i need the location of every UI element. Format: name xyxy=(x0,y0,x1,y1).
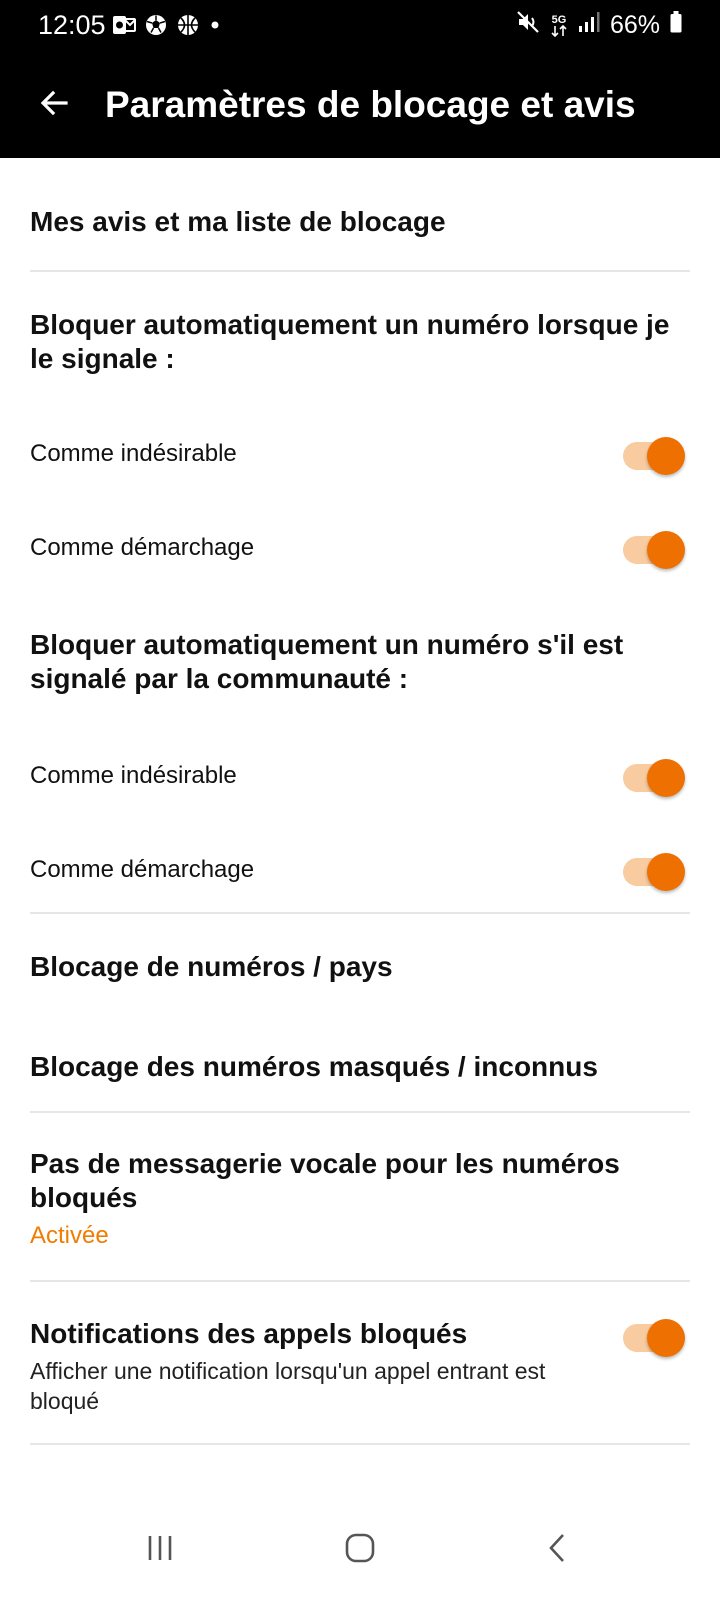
mute-icon xyxy=(516,10,540,41)
blocked-call-notifications-toggle[interactable] xyxy=(623,1319,685,1357)
home-button[interactable] xyxy=(330,1522,390,1578)
self-telemarketing-label: Comme démarchage xyxy=(30,534,255,561)
app-bar: Paramètres de blocage et avis xyxy=(0,54,720,158)
toggle-knob xyxy=(647,531,685,569)
reviews-blocklist-item[interactable]: Mes avis et ma liste de blocage xyxy=(0,188,720,258)
self-telemarketing-row[interactable]: Comme démarchage xyxy=(0,514,720,584)
page-title: Paramètres de blocage et avis xyxy=(105,84,636,125)
soccer-ball-icon xyxy=(144,13,168,42)
back-button[interactable] xyxy=(28,79,80,131)
signal-icon xyxy=(578,11,600,40)
community-undesirable-toggle[interactable] xyxy=(623,759,685,797)
community-undesirable-row[interactable]: Comme indésirable xyxy=(0,742,720,812)
auto-block-community-heading: Bloquer automatiquement un numéro s'il e… xyxy=(30,629,624,694)
outlook-icon xyxy=(112,14,136,41)
blocked-call-notifications-title: Notifications des appels bloqués xyxy=(30,1318,468,1349)
toggle-knob xyxy=(647,853,685,891)
status-time: 12:05 xyxy=(38,10,106,40)
hidden-unknown-block-item[interactable]: Blocage des numéros masqués / inconnus xyxy=(0,1032,720,1112)
number-country-block-label: Blocage de numéros / pays xyxy=(30,951,393,982)
toggle-knob xyxy=(647,759,685,797)
toggle-knob xyxy=(647,1319,685,1357)
number-country-block-item[interactable]: Blocage de numéros / pays xyxy=(0,932,720,1012)
5g-icon: 5G xyxy=(550,13,568,37)
system-nav-bar xyxy=(0,1500,720,1600)
self-undesirable-row[interactable]: Comme indésirable xyxy=(0,420,720,490)
status-right-icons: 5G 66% xyxy=(516,10,682,41)
basketball-icon xyxy=(176,13,200,42)
recent-apps-icon xyxy=(145,1533,175,1568)
home-icon xyxy=(344,1532,376,1569)
self-undesirable-label: Comme indésirable xyxy=(30,440,237,467)
dot-icon xyxy=(208,13,222,42)
toggle-knob xyxy=(647,437,685,475)
no-voicemail-item[interactable]: Pas de messagerie vocale pour les numéro… xyxy=(0,1128,720,1268)
no-voicemail-title: Pas de messagerie vocale pour les numéro… xyxy=(30,1148,620,1213)
reviews-blocklist-label: Mes avis et ma liste de blocage xyxy=(30,206,446,237)
community-telemarketing-row[interactable]: Comme démarchage xyxy=(0,836,720,906)
back-icon xyxy=(544,1532,572,1569)
self-undesirable-toggle[interactable] xyxy=(623,437,685,475)
blocked-call-notifications-description: Afficher une notification lorsqu'un appe… xyxy=(30,1358,546,1414)
battery-percent: 66% xyxy=(609,11,660,39)
divider xyxy=(30,1111,690,1113)
status-bar: 12:05 5G 66% xyxy=(0,0,720,54)
divider xyxy=(30,1443,690,1445)
divider xyxy=(30,270,690,272)
divider xyxy=(30,1280,690,1282)
divider xyxy=(30,912,690,914)
system-back-button[interactable] xyxy=(528,1522,588,1578)
self-telemarketing-toggle[interactable] xyxy=(623,531,685,569)
battery-icon xyxy=(670,11,682,40)
community-telemarketing-label: Comme démarchage xyxy=(30,856,255,883)
community-telemarketing-toggle[interactable] xyxy=(623,853,685,891)
arrow-left-icon xyxy=(38,87,70,124)
status-left-icons xyxy=(112,13,222,42)
hidden-unknown-block-label: Blocage des numéros masqués / inconnus xyxy=(30,1051,598,1082)
blocked-call-notifications-item[interactable]: Notifications des appels bloqués Affiche… xyxy=(0,1298,720,1438)
network-type: 5G xyxy=(551,13,567,26)
no-voicemail-status: Activée xyxy=(30,1222,109,1249)
community-undesirable-label: Comme indésirable xyxy=(30,762,237,789)
recent-apps-button[interactable] xyxy=(130,1522,190,1578)
auto-block-self-heading: Bloquer automatiquement un numéro lorsqu… xyxy=(30,309,670,374)
